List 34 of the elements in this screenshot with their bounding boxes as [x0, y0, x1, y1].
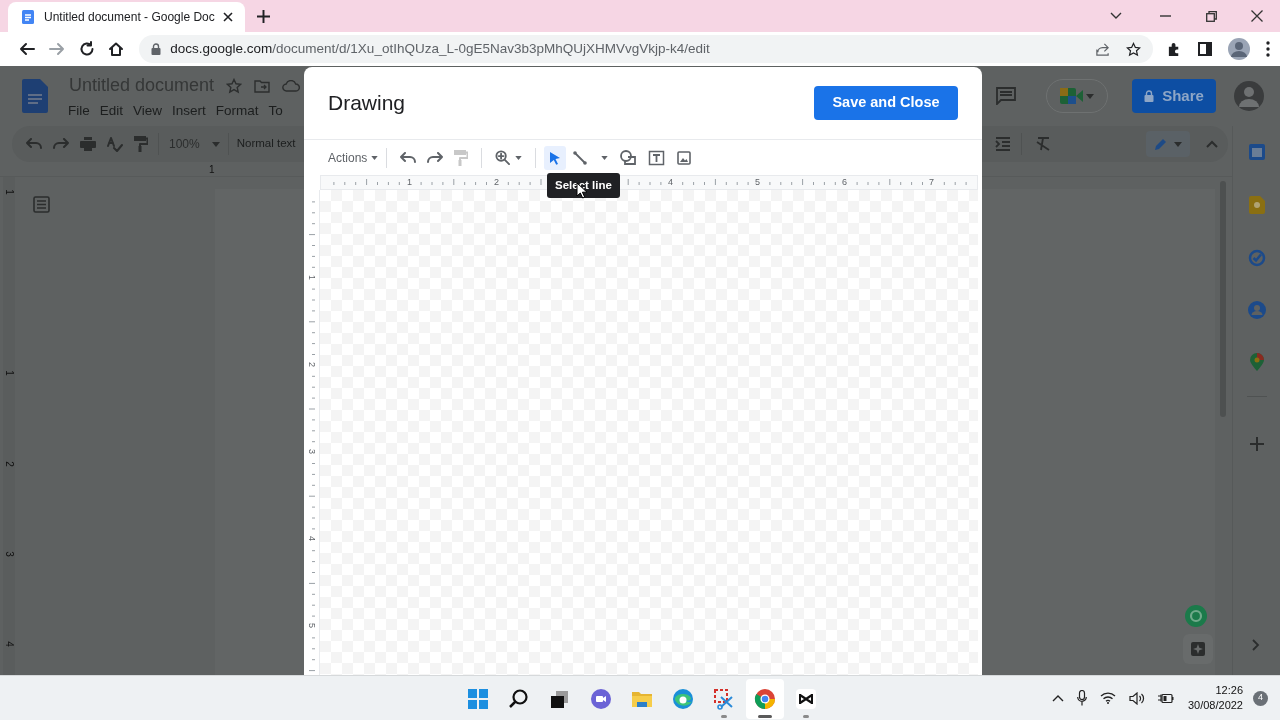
share-button[interactable]: Share [1132, 79, 1216, 113]
ruler-number: 2 [4, 461, 14, 467]
clock[interactable]: 12:26 30/08/2022 [1187, 683, 1243, 713]
menu-item[interactable]: To [268, 101, 283, 122]
ruler-number: 5 [755, 176, 760, 189]
ruler-number: 4 [307, 536, 316, 541]
url-text: docs.google.com/document/d/1Xu_otIhQUza_L-0gE5Nav3b3pMhQUjXHMVvgVkjp-k4/edit [170, 39, 710, 58]
ruler-number: 2 [307, 362, 316, 367]
ruler-number: 4 [668, 176, 673, 189]
menu-item[interactable]: Insert [172, 101, 206, 122]
ruler-number: 1 [4, 189, 14, 195]
menu-item[interactable]: File [68, 101, 90, 122]
tab-title: Untitled document - Google Doc [44, 9, 215, 26]
ruler-number: 1 [407, 176, 412, 189]
actions-menu[interactable]: Actions [328, 145, 379, 170]
ruler-number: 4 [4, 641, 14, 647]
menu-item[interactable]: Edit [99, 101, 124, 122]
ruler-number: 2 [494, 176, 499, 189]
ruler-number: 1 [4, 370, 14, 376]
ruler-number: 3 [307, 449, 316, 454]
ruler-number: 5 [307, 623, 316, 628]
ruler-number: 6 [842, 176, 847, 189]
menu-item[interactable]: View [133, 101, 163, 122]
address-bar[interactable]: docs.google.com/document/d/1Xu_otIhQUza_L-0gE5Nav3b3pMhQUjXHMVvgVkjp-k4/edit [139, 35, 1153, 63]
save-and-close-button[interactable]: Save and Close [814, 86, 958, 120]
ruler-number: 7 [929, 176, 934, 189]
style-dropdown[interactable]: Normal text [236, 135, 296, 153]
ruler-number: 1 [307, 275, 316, 280]
ruler-number: 1 [209, 163, 215, 177]
ruler-number: 3 [4, 551, 14, 557]
notification-badge[interactable]: 4 [1253, 690, 1268, 706]
dialog-title: Drawing [328, 90, 406, 117]
menu-item[interactable]: Format [215, 101, 259, 122]
browser-tab[interactable]: Untitled document - Google Doc [8, 2, 245, 32]
